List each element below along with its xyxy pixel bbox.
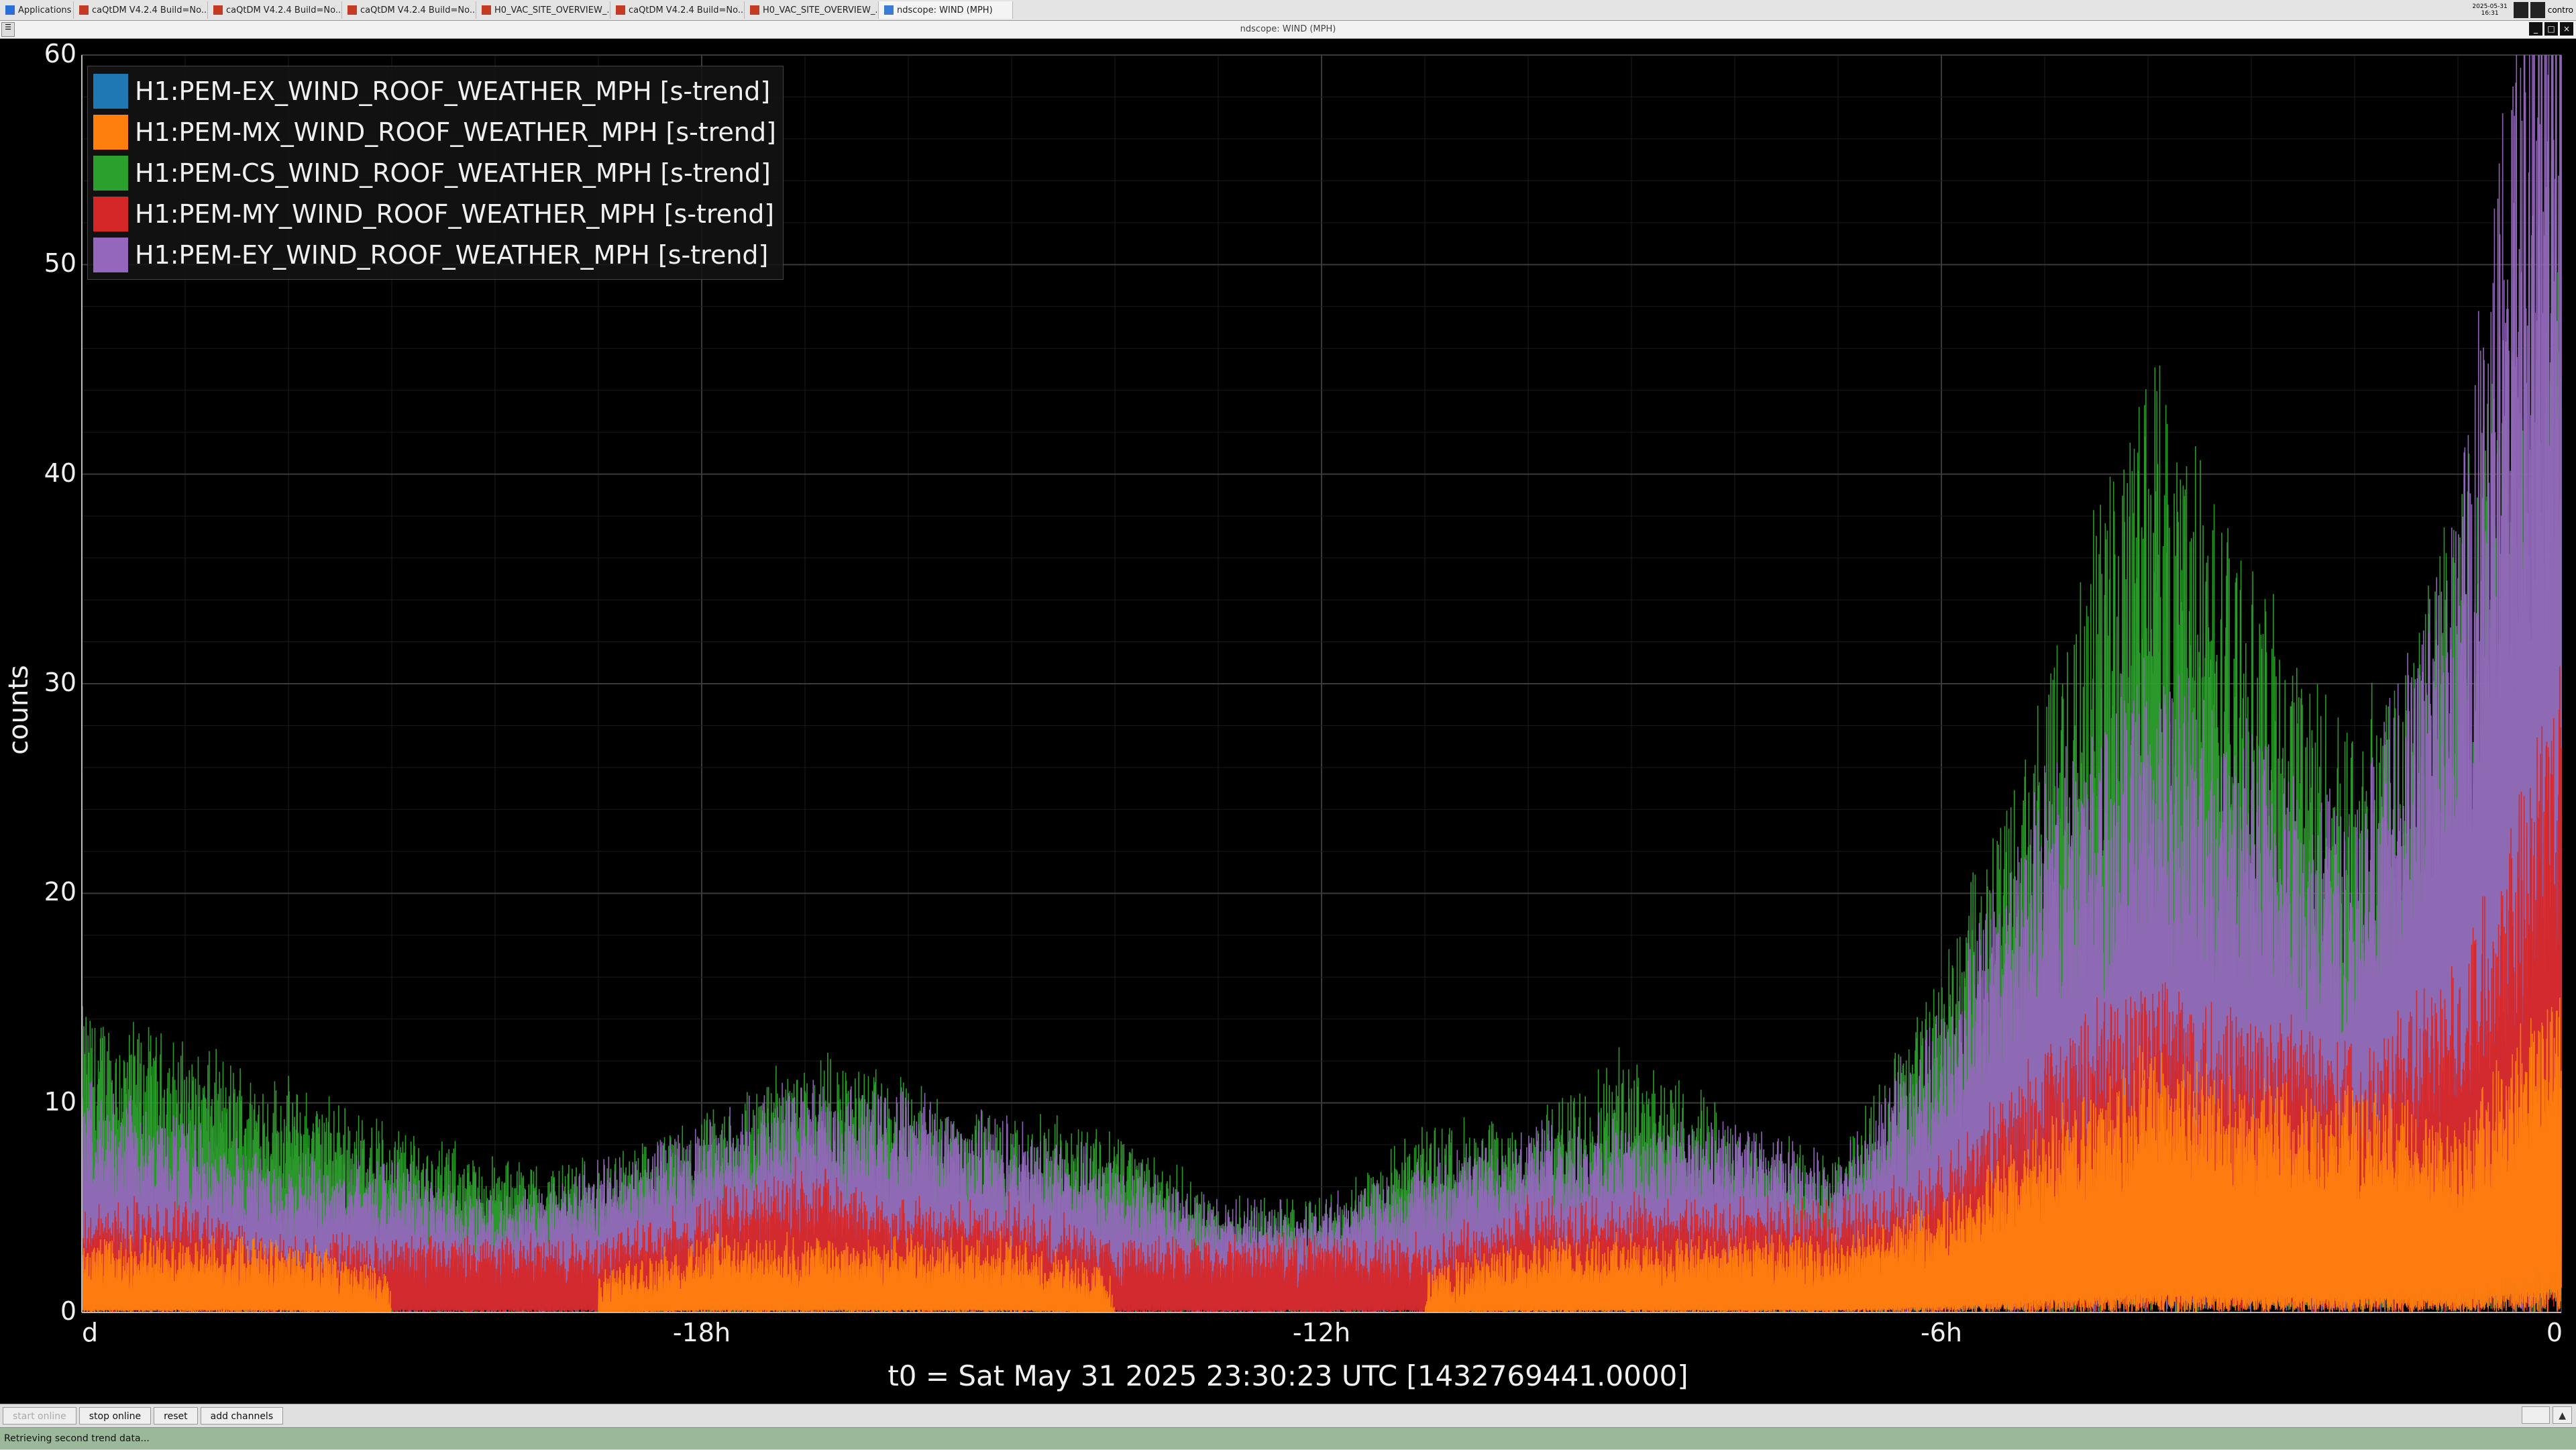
legend-label: H1:PEM-CS_WIND_ROOF_WEATHER_MPH [s-trend… — [135, 158, 771, 188]
y-tick-label: 40 — [44, 458, 76, 488]
x-tick-label: -6h — [1921, 1318, 1962, 1347]
applications-menu[interactable]: Applications — [0, 1, 74, 19]
legend-swatch — [93, 114, 128, 150]
legend-swatch — [93, 73, 128, 109]
legend-item[interactable]: H1:PEM-MX_WIND_ROOF_WEATHER_MPH [s-trend… — [93, 111, 776, 152]
ndscope-icon — [884, 5, 894, 15]
toggle-panel-icon[interactable]: ▲ — [2553, 1406, 2572, 1424]
caqtdm-icon — [347, 5, 357, 15]
export-button[interactable] — [2521, 1406, 2551, 1424]
legend-item[interactable]: H1:PEM-CS_WIND_ROOF_WEATHER_MPH [s-trend… — [93, 152, 776, 193]
taskbar-task-label: caQtDM V4.2.4 Build=No... — [360, 5, 476, 15]
legend-item[interactable]: H1:PEM-MY_WIND_ROOF_WEATHER_MPH [s-trend… — [93, 193, 776, 234]
stop-online-button[interactable]: stop online — [78, 1407, 152, 1425]
legend-label: H1:PEM-MY_WIND_ROOF_WEATHER_MPH [s-trend… — [135, 199, 775, 229]
x-tick-label: d — [81, 1318, 99, 1347]
caqtdm-icon — [616, 5, 625, 15]
tray-user-label: contro — [2547, 5, 2573, 15]
caqtdm-icon — [482, 5, 491, 15]
y-tick-label: 20 — [44, 877, 76, 907]
legend-swatch — [93, 196, 128, 231]
legend-item[interactable]: H1:PEM-EX_WIND_ROOF_WEATHER_MPH [s-trend… — [93, 70, 776, 111]
app-menu-icon — [5, 5, 15, 15]
legend-label: H1:PEM-EX_WIND_ROOF_WEATHER_MPH [s-trend… — [135, 76, 771, 106]
minimize-icon[interactable]: _ — [2529, 22, 2542, 36]
window-menu-icon[interactable]: ☰ — [1, 22, 15, 37]
legend[interactable]: H1:PEM-EX_WIND_ROOF_WEATHER_MPH [s-trend… — [87, 66, 784, 280]
reset-button[interactable]: reset — [154, 1407, 198, 1425]
caqtdm-icon — [750, 5, 759, 15]
taskbar: Applications caQtDM V4.2.4 Build=No... caQ… — [0, 0, 2576, 21]
taskbar-task-label: caQtDM V4.2.4 Build=No... — [92, 5, 208, 15]
y-tick-label: 50 — [44, 248, 76, 278]
taskbar-task[interactable]: caQtDM V4.2.4 Build=No... — [74, 1, 208, 19]
legend-swatch — [93, 237, 128, 272]
legend-label: H1:PEM-EY_WIND_ROOF_WEATHER_MPH [s-trend… — [135, 240, 769, 270]
x-tick-label: 0 — [2546, 1318, 2563, 1347]
tray-network-icon[interactable] — [2513, 2, 2528, 18]
taskbar-task-label: Applications — [18, 5, 72, 15]
caqtdm-icon — [79, 5, 89, 15]
taskbar-task[interactable]: H0_VAC_SITE_OVERVIEW_... — [745, 1, 879, 19]
plot-area[interactable]: 0 10 20 30 40 50 60 d -18h -12h -6h 0 counts t0 = … — [0, 39, 2576, 1404]
control-bar: start online stop online reset add chann… — [0, 1404, 2576, 1427]
window-title: ndscope: WIND (MPH) — [0, 21, 2576, 39]
caqtdm-icon — [213, 5, 223, 15]
clock-date: 2025-05-31 — [2472, 3, 2508, 10]
taskbar-task-label: caQtDM V4.2.4 Build=No... — [629, 5, 745, 15]
taskbar-task[interactable]: ndscope: WIND (MPH) — [879, 1, 1013, 19]
close-icon[interactable]: × — [2560, 22, 2573, 36]
x-tick-label: -18h — [672, 1318, 731, 1347]
system-tray: 2025-05-31 16:31 contro — [2468, 0, 2576, 20]
taskbar-task[interactable]: caQtDM V4.2.4 Build=No... — [208, 1, 342, 19]
legend-swatch — [93, 155, 128, 191]
status-bar: Retrieving second trend data... — [0, 1427, 2576, 1449]
y-tick-label: 0 — [60, 1296, 76, 1326]
maximize-icon[interactable]: □ — [2544, 22, 2558, 36]
taskbar-task-label: H0_VAC_SITE_OVERVIEW_... — [494, 5, 610, 15]
start-online-button[interactable]: start online — [3, 1407, 76, 1425]
y-tick-label: 60 — [44, 39, 76, 68]
x-tick-label: -12h — [1292, 1318, 1351, 1347]
taskbar-task[interactable]: caQtDM V4.2.4 Build=No... — [610, 1, 745, 19]
right-controls: ▲ — [2519, 1406, 2572, 1424]
taskbar-task-label: H0_VAC_SITE_OVERVIEW_... — [763, 5, 879, 15]
taskbar-task[interactable]: H0_VAC_SITE_OVERVIEW_... — [476, 1, 610, 19]
t0-label: t0 = Sat May 31 2025 23:30:23 UTC [14327… — [888, 1359, 1688, 1392]
legend-label: H1:PEM-MX_WIND_ROOF_WEATHER_MPH [s-trend… — [135, 117, 776, 147]
y-tick-label: 10 — [44, 1086, 76, 1117]
clock-time: 16:31 — [2481, 10, 2499, 17]
clock[interactable]: 2025-05-31 16:31 — [2468, 3, 2511, 17]
taskbar-task-label: ndscope: WIND (MPH) — [897, 5, 993, 15]
tray-volume-icon[interactable] — [2530, 2, 2545, 18]
add-channels-button[interactable]: add channels — [200, 1407, 284, 1425]
legend-item[interactable]: H1:PEM-EY_WIND_ROOF_WEATHER_MPH [s-trend… — [93, 234, 776, 275]
y-axis-label: counts — [3, 665, 34, 755]
window-controls: _ □ × — [2527, 22, 2573, 36]
taskbar-task-label: caQtDM V4.2.4 Build=No... — [226, 5, 342, 15]
taskbar-task[interactable]: caQtDM V4.2.4 Build=No... — [342, 1, 476, 19]
